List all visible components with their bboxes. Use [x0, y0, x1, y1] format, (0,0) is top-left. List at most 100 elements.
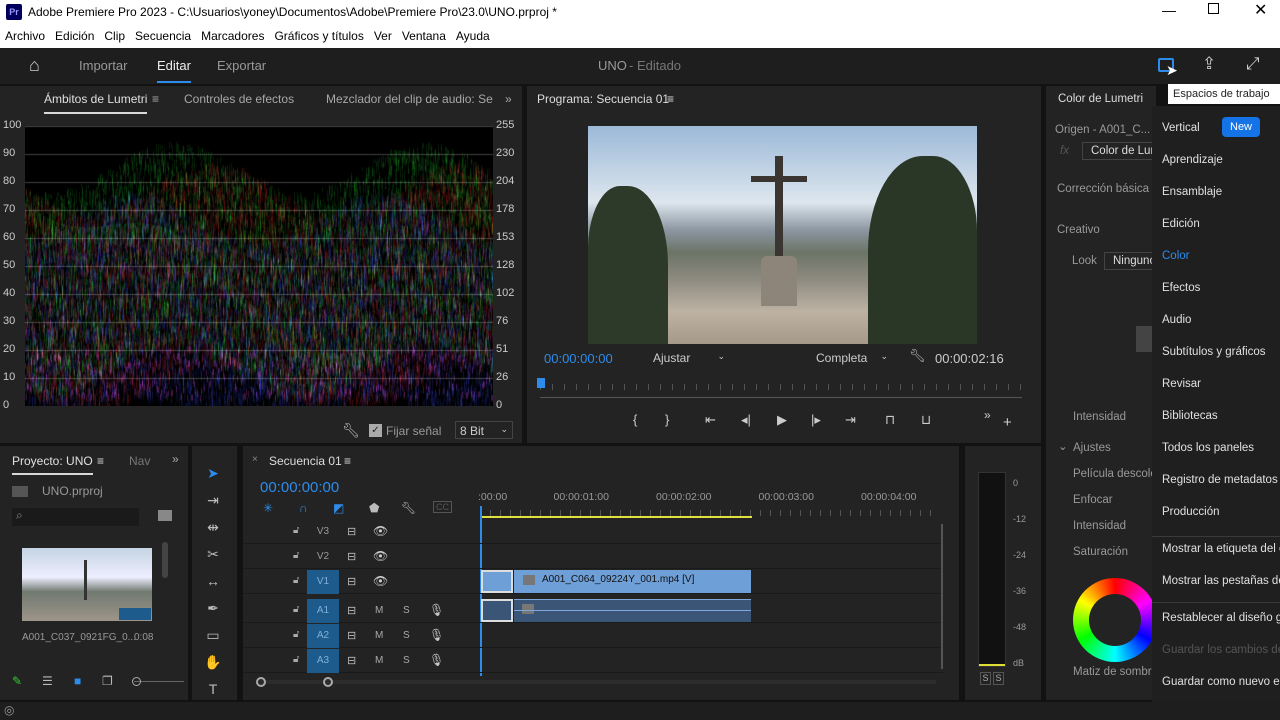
background-task-icon[interactable]: ◎ [4, 703, 14, 717]
video-clip-transition[interactable] [481, 570, 513, 593]
mute-button[interactable]: M [375, 605, 383, 616]
razor-tool-icon[interactable]: ✂ [200, 546, 226, 568]
sync-lock-icon[interactable]: ⊟ [347, 604, 356, 617]
workspace-item-producci-n[interactable]: Producción [1162, 506, 1220, 518]
mute-button[interactable]: M [375, 630, 383, 641]
new-bin-icon[interactable] [158, 510, 172, 521]
video-clip[interactable]: A001_C064_09224Y_001.mp4 [V] [514, 570, 751, 593]
menu-edicion[interactable]: Edición [50, 24, 99, 43]
go-to-out-button[interactable]: ⇥ [845, 412, 856, 428]
look-dropdown[interactable]: Ninguno [1104, 252, 1156, 270]
wrench-icon[interactable]: 🔧︎ [342, 422, 360, 439]
section-basic-correction[interactable]: Corrección básica [1057, 183, 1149, 195]
selection-tool-icon[interactable]: ➤ [200, 465, 226, 487]
step-forward-button[interactable]: |▸ [811, 412, 821, 428]
freeform-view-icon[interactable]: ❐ [102, 674, 113, 688]
work-area-bar[interactable] [480, 516, 752, 518]
sync-lock-icon[interactable]: ⊟ [347, 550, 356, 563]
marker-icon[interactable]: ⬟ [369, 501, 379, 515]
fullscreen-icon[interactable]: ⤢ [1246, 54, 1260, 74]
tab-project[interactable]: Proyecto: UNO [12, 454, 93, 475]
menu-archivo[interactable]: Archivo [0, 24, 50, 43]
more-buttons-icon[interactable]: » [984, 408, 991, 422]
nest-icon[interactable]: ✳ [263, 501, 273, 515]
solo-right-button[interactable]: S [993, 672, 1004, 685]
track-label[interactable]: A3 [307, 649, 339, 673]
workspace-item-edici-n[interactable]: Edición [1162, 218, 1200, 230]
time-ruler[interactable]: :00:00 00:00:01:00 00:00:02:00 00:00:03:00 0… [478, 488, 940, 518]
microphone-icon[interactable]: 🎙︎ [429, 603, 444, 617]
pencil-icon[interactable]: ✎ [12, 674, 22, 688]
add-button-icon[interactable]: + [1003, 414, 1012, 431]
mute-button[interactable]: M [375, 655, 383, 666]
microphone-icon[interactable]: 🎙︎ [429, 653, 444, 667]
lock-icon[interactable]: 🔓︎ [293, 629, 299, 640]
project-menu-icon[interactable]: ≡ [97, 454, 104, 468]
extract-button[interactable]: ⊔ [921, 412, 931, 428]
snap-icon[interactable]: ∩ [299, 501, 308, 515]
eye-icon[interactable]: 👁︎ [373, 574, 388, 588]
mark-in-button[interactable]: { [633, 412, 637, 427]
menu-graficos[interactable]: Gráficos y títulos [269, 24, 368, 43]
timeline-timecode[interactable]: 00:00:00:00 [260, 479, 339, 496]
workspace-option[interactable]: Mostrar las pestañas de [1162, 575, 1280, 587]
tab-navigator[interactable]: Nav [129, 454, 150, 468]
sync-lock-icon[interactable]: ⊟ [347, 525, 356, 538]
eye-icon[interactable]: 👁︎ [373, 549, 388, 563]
workspace-item-ensamblaje[interactable]: Ensamblaje [1162, 186, 1222, 198]
workspace-item-audio[interactable]: Audio [1162, 314, 1191, 326]
play-button[interactable]: ▶ [777, 412, 787, 428]
captions-icon[interactable]: CC [433, 501, 452, 513]
workspace-item-vertical[interactable]: Vertical [1162, 122, 1200, 134]
linked-selection-icon[interactable]: ◩ [333, 501, 344, 515]
menu-ver[interactable]: Ver [369, 24, 397, 43]
bit-depth-dropdown[interactable]: 8 Bit ⌄ [455, 421, 513, 439]
workspace-action[interactable]: Guardar como nuevo es [1162, 676, 1280, 688]
workspace-item-todos-los-paneles[interactable]: Todos los paneles [1162, 442, 1254, 454]
lift-button[interactable]: ⊓ [885, 412, 895, 428]
workspace-action[interactable]: Restablecer al diseño gu [1162, 612, 1280, 624]
scrollbar[interactable] [162, 542, 168, 578]
tab-editar[interactable]: Editar [157, 58, 191, 83]
close-sequence-icon[interactable]: × [252, 454, 258, 465]
shadow-tint-wheel[interactable] [1073, 578, 1156, 662]
program-timecode[interactable]: 00:00:00:00 [544, 351, 613, 366]
mark-out-button[interactable]: } [665, 412, 669, 427]
hand-tool-icon[interactable]: ✋ [200, 654, 226, 676]
track-select-tool-icon[interactable]: ⇥ [200, 492, 226, 514]
tab-importar[interactable]: Importar [79, 58, 127, 73]
section-creative[interactable]: Creativo [1057, 224, 1100, 236]
timeline-hscroll[interactable] [256, 677, 936, 687]
sync-lock-icon[interactable]: ⊟ [347, 629, 356, 642]
slip-tool-icon[interactable]: ↔ [200, 573, 226, 595]
track-label[interactable]: A2 [307, 624, 339, 648]
more-tabs-icon[interactable]: » [505, 92, 512, 106]
workspace-item-registro-de-metadatos[interactable]: Registro de metadatos [1162, 474, 1278, 486]
sequence-menu-icon[interactable]: ≡ [344, 454, 351, 468]
lock-icon[interactable]: 🔓︎ [293, 525, 299, 536]
minimize-button[interactable]: — [1162, 2, 1176, 18]
solo-button[interactable]: S [403, 655, 410, 666]
list-view-icon[interactable]: ☰ [42, 674, 53, 688]
lock-icon[interactable]: 🔓︎ [293, 575, 299, 586]
adjustments-label[interactable]: Ajustes [1073, 442, 1111, 454]
tab-audio-clip-mixer[interactable]: Mezclador del clip de audio: Se [326, 92, 493, 106]
workspace-item-bibliotecas[interactable]: Bibliotecas [1162, 410, 1218, 422]
workspace-item-subt-tulos-y-gr-ficos[interactable]: Subtítulos y gráficos [1162, 346, 1266, 358]
tab-lumetri-scopes[interactable]: Ámbitos de Lumetri [44, 92, 148, 114]
close-button[interactable]: ✕ [1254, 0, 1267, 20]
project-search-input[interactable]: ⌕ [12, 508, 139, 526]
solo-button[interactable]: S [403, 605, 410, 616]
workspace-item-revisar[interactable]: Revisar [1162, 378, 1201, 390]
workspace-option[interactable]: Mostrar la etiqueta del e [1162, 543, 1280, 555]
rectangle-tool-icon[interactable]: ▭ [200, 627, 226, 649]
ripple-edit-tool-icon[interactable]: ⇹ [200, 519, 226, 541]
menu-clip[interactable]: Clip [99, 24, 130, 43]
menu-ayuda[interactable]: Ayuda [451, 24, 495, 43]
zoom-slider[interactable] [132, 677, 184, 686]
playhead[interactable] [537, 378, 545, 388]
home-icon[interactable]: ⌂ [29, 55, 40, 76]
tab-exportar[interactable]: Exportar [217, 58, 266, 73]
eye-icon[interactable]: 👁︎ [373, 524, 388, 538]
adjustments-chevron-icon[interactable]: ⌄ [1058, 439, 1068, 453]
